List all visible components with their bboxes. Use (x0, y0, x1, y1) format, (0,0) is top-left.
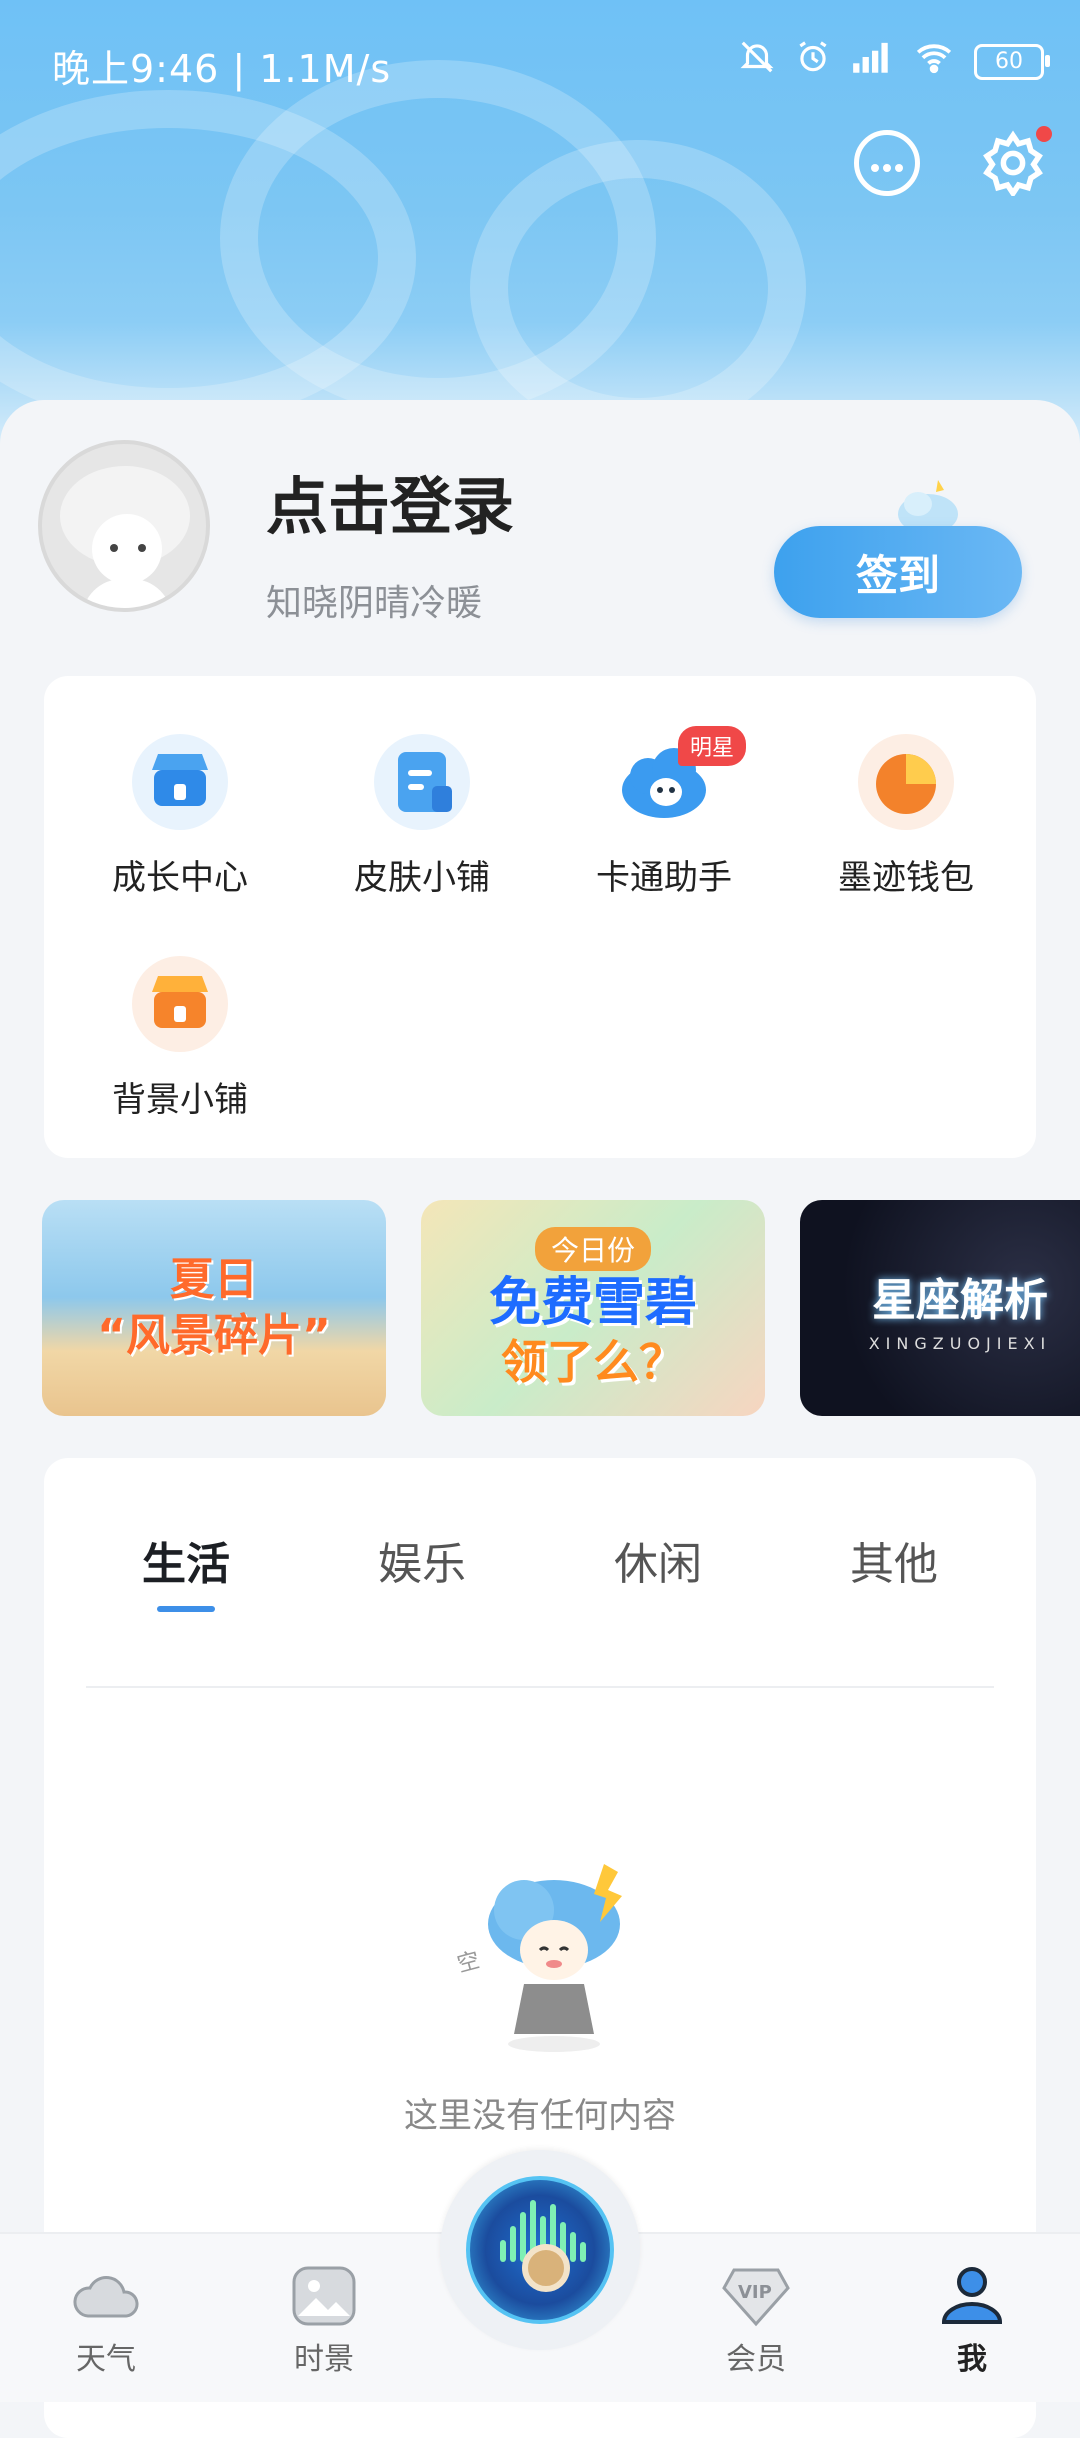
shop-blue-icon (130, 732, 230, 832)
feature-moji-wallet[interactable]: 墨迹钱包 (786, 732, 1026, 899)
login-subtitle: 知晓阴晴冷暖 (266, 583, 483, 624)
tab-other[interactable]: 其他 (794, 1528, 994, 1592)
cloud-decoration (470, 140, 806, 436)
top-actions (854, 126, 1052, 199)
svg-text:VIP: VIP (738, 2282, 772, 2303)
svg-text:空: 空 (455, 1948, 483, 1978)
cloud-icon (70, 2264, 142, 2328)
vip-icon: VIP (720, 2264, 792, 2328)
banner-title: 领了么？ (500, 1335, 685, 1389)
banner-title: 星座解析 (871, 1274, 1048, 1326)
feature-label: 卡通助手 (596, 858, 732, 898)
image-icon (288, 2264, 360, 2328)
messages-button[interactable] (854, 130, 920, 196)
banner-horoscope[interactable]: 星座解析 XINGZUOJIEXI (800, 1200, 1080, 1416)
nav-label: 会员 (726, 2342, 786, 2377)
settings-button[interactable] (980, 126, 1052, 199)
mute-bell-icon (738, 38, 776, 85)
empty-state-text: 这里没有任何内容 (404, 2096, 676, 2136)
tab-leisure[interactable]: 休闲 (558, 1528, 758, 1592)
nav-weather[interactable]: 天气 (36, 2264, 176, 2378)
sign-in-button[interactable]: 签到 (774, 526, 1022, 618)
feature-growth-center[interactable]: 成长中心 (60, 732, 300, 899)
status-icons: 60 (738, 38, 1050, 85)
status-time: 晚上9:46 | 1.1M/s (52, 47, 392, 91)
feature-label: 成长中心 (112, 858, 248, 898)
tab-life[interactable]: 生活 (86, 1528, 286, 1612)
battery-indicator: 60 (974, 43, 1050, 80)
nav-me[interactable]: 我 (902, 2264, 1042, 2378)
feature-label: 墨迹钱包 (838, 858, 974, 898)
notification-dot (1036, 126, 1052, 142)
status-bar: 晚上9:46 | 1.1M/s 60 (0, 0, 1080, 126)
nav-label: 天气 (76, 2342, 136, 2377)
banner-title: “风景碎片” (97, 1310, 331, 1361)
tab-indicator (157, 1606, 215, 1612)
banner-subtitle: XINGZUOJIEXI (868, 1333, 1052, 1353)
music-disc-icon (466, 2176, 614, 2324)
feature-skin-shop[interactable]: 皮肤小铺 (302, 732, 542, 899)
feature-label: 背景小铺 (112, 1080, 248, 1120)
alarm-icon (794, 38, 832, 85)
nav-vip[interactable]: VIP 会员 (686, 2264, 826, 2378)
banner-title: 夏日 (170, 1254, 258, 1305)
feature-cartoon-assistant[interactable]: 明星 卡通助手 (544, 726, 784, 899)
tab-label: 娱乐 (378, 1539, 466, 1590)
banner-tag: 今日份 (534, 1227, 651, 1271)
cloud-mascot-icon: 明星 (614, 726, 746, 832)
login-title[interactable]: 点击登录 (266, 456, 514, 546)
feature-label: 皮肤小铺 (354, 858, 490, 898)
tab-label: 休闲 (614, 1539, 702, 1590)
avatar[interactable] (38, 440, 210, 612)
category-tabs: 生活 娱乐 休闲 其他 (44, 1528, 1036, 1612)
divider (86, 1686, 994, 1688)
feature-background-shop[interactable]: 背景小铺 (60, 954, 300, 1121)
empty-mascot-icon: 空 (454, 1854, 674, 2054)
tab-label: 其他 (850, 1539, 938, 1590)
star-badge: 明星 (677, 726, 746, 766)
wifi-icon (912, 38, 956, 85)
banner-sprite[interactable]: 今日份 免费雪碧 领了么？ (421, 1200, 765, 1416)
feature-grid: 成长中心 皮肤小铺 明星 卡通助手 墨迹钱包 背景小铺 (44, 676, 1036, 1158)
gear-icon (980, 130, 1046, 212)
nav-label: 我 (957, 2342, 987, 2377)
signal-icon (850, 38, 894, 85)
profile-icon (936, 2264, 1008, 2328)
shop-orange-icon (130, 954, 230, 1054)
pie-wallet-icon (856, 732, 956, 832)
chat-bubble-icon (870, 146, 904, 181)
banner-title: 免费雪碧 (488, 1273, 697, 1333)
tab-label: 生活 (142, 1539, 230, 1590)
tab-entertainment[interactable]: 娱乐 (322, 1528, 522, 1592)
banner-summer[interactable]: 夏日 “风景碎片” (42, 1200, 386, 1416)
center-player-button[interactable] (440, 2150, 640, 2350)
nav-label: 时景 (294, 2342, 354, 2377)
document-icon (372, 732, 472, 832)
banner-carousel: 夏日 “风景碎片” 今日份 免费雪碧 领了么？ 星座解析 XINGZUOJIEX… (42, 1200, 1080, 1416)
nav-scenery[interactable]: 时景 (254, 2264, 394, 2378)
